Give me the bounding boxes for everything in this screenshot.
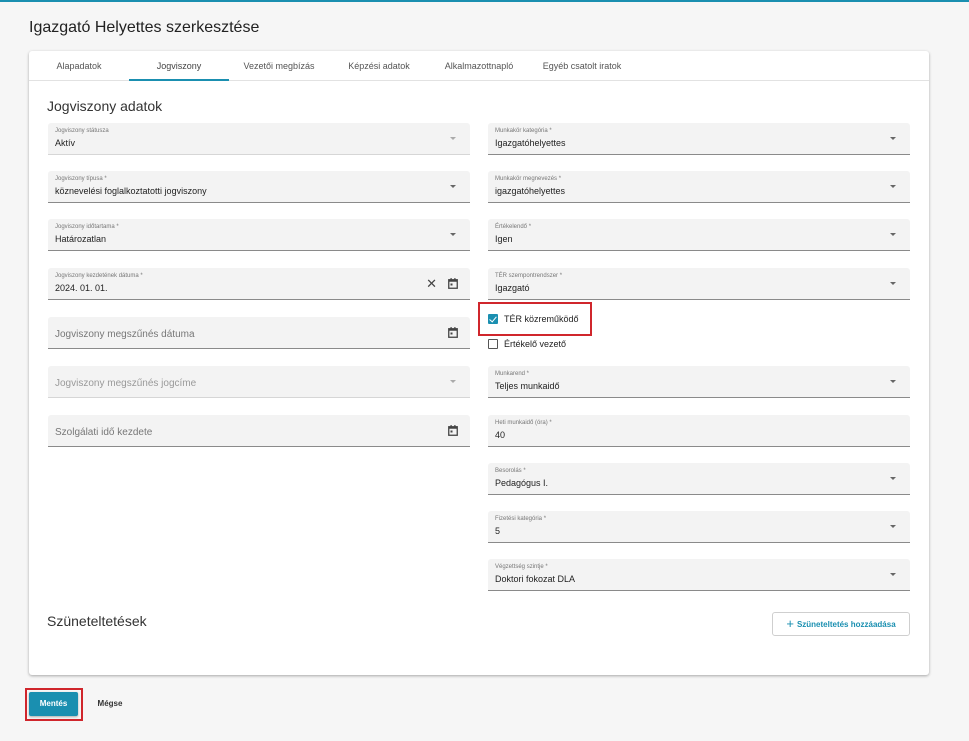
pay-category-select[interactable]: Fizetési kategória * 5 — [488, 511, 910, 543]
tab-vezetoi-megbizas[interactable]: Vezetői megbízás — [229, 51, 329, 81]
field-label: Munkakör kategória * — [495, 128, 552, 134]
field-value: Igen — [495, 234, 513, 244]
add-suspension-label: Szüneteltetés hozzáadása — [796, 619, 896, 629]
classification-select[interactable]: Besorolás * Pedagógus I. — [488, 463, 910, 495]
section-title: Jogviszony adatok — [47, 98, 163, 114]
field-label: Jogviszony státusza — [55, 128, 109, 134]
add-suspension-button[interactable]: + Szüneteltetés hozzáadása — [772, 612, 910, 636]
field-label: Besorolás * — [495, 468, 526, 474]
tab-egyeb-csatolt-iratok[interactable]: Egyéb csatolt iratok — [529, 51, 635, 81]
evaluating-manager-checkbox[interactable] — [488, 339, 498, 349]
tab-jogviszony[interactable]: Jogviszony — [129, 51, 229, 81]
field-label: Jogviszony kezdetének dátuma * — [55, 273, 143, 279]
field-value: Határozatlan — [55, 234, 107, 244]
clear-icon[interactable]: ✕ — [426, 277, 437, 290]
start-date-field[interactable]: Jogviszony kezdetének dátuma * 2024. 01.… — [48, 268, 470, 300]
chevron-down-icon[interactable] — [890, 282, 896, 285]
field-label: Heti munkaidő (óra) * — [495, 420, 552, 426]
field-value: Teljes munkaidő — [495, 381, 560, 391]
field-label: Értékelendő * — [495, 224, 532, 230]
field-value: 2024. 01. 01. — [55, 283, 108, 293]
tab-alkalmazottnaplo[interactable]: Alkalmazottnapló — [429, 51, 529, 81]
chevron-down-icon[interactable] — [890, 233, 896, 236]
highlight-box — [25, 688, 83, 721]
chevron-down-icon[interactable] — [450, 233, 456, 236]
field-value: 40 — [495, 430, 506, 440]
evaluated-select[interactable]: Értékelendő * Igen — [488, 219, 910, 251]
field-label: Munkarend * — [495, 371, 530, 377]
service-start-field[interactable]: Szolgálati idő kezdete — [48, 415, 470, 447]
chevron-down-icon[interactable] — [890, 137, 896, 140]
chevron-down-icon[interactable] — [890, 380, 896, 383]
plus-icon: + — [786, 616, 794, 631]
checkbox-label: Értékelő vezető — [504, 339, 567, 349]
page-title: Igazgató Helyettes szerkesztése — [29, 19, 260, 36]
status-select: Jogviszony státusza Aktív — [48, 123, 470, 155]
field-value: Aktív — [55, 138, 76, 148]
field-value: Igazgató — [495, 283, 530, 293]
tab-kepzesi-adatok[interactable]: Képzési adatok — [329, 51, 429, 81]
chevron-down-icon — [450, 380, 456, 383]
field-value: igazgatóhelyettes — [495, 186, 566, 196]
suspensions-title: Szüneteltetések — [47, 613, 147, 629]
evaluating-manager-checkbox-row[interactable]: Értékelő vezető — [488, 339, 628, 353]
chevron-down-icon[interactable] — [890, 185, 896, 188]
field-value: Pedagógus I. — [495, 478, 549, 488]
job-category-select[interactable]: Munkakör kategória * Igazgatóhelyettes — [488, 123, 910, 155]
field-label: Jogviszony típusa * — [55, 176, 107, 182]
chevron-down-icon[interactable] — [890, 573, 896, 576]
field-value: 5 — [495, 526, 501, 536]
field-label: Fizetési kategória * — [495, 516, 547, 522]
calendar-icon[interactable] — [448, 278, 458, 289]
end-date-field[interactable]: Jogviszony megszűnés dátuma — [48, 317, 470, 349]
field-label: Munkakör megnevezés * — [495, 176, 562, 182]
tab-alapadatok[interactable]: Alapadatok — [29, 51, 129, 81]
type-select[interactable]: Jogviszony típusa * köznevelési foglalko… — [48, 171, 470, 203]
field-value: köznevelési foglalkoztatotti jogviszony — [55, 186, 207, 196]
chevron-down-icon[interactable] — [450, 185, 456, 188]
edit-card: Alapadatok Jogviszony Vezetői megbízás K… — [29, 51, 929, 675]
weekly-hours-field[interactable]: Heti munkaidő (óra) * 40 — [488, 415, 910, 447]
field-placeholder: Jogviszony megszűnés dátuma — [55, 329, 195, 340]
calendar-icon[interactable] — [448, 425, 458, 436]
field-label: TÉR szempontrendszer * — [495, 273, 563, 279]
duration-select[interactable]: Jogviszony időtartama * Határozatlan — [48, 219, 470, 251]
chevron-down-icon[interactable] — [890, 477, 896, 480]
ter-system-select[interactable]: TÉR szempontrendszer * Igazgató — [488, 268, 910, 300]
field-placeholder: Jogviszony megszűnés jogcíme — [55, 378, 197, 389]
tab-bar: Alapadatok Jogviszony Vezetői megbízás K… — [29, 51, 929, 81]
field-label: Jogviszony időtartama * — [55, 224, 119, 230]
end-reason-select: Jogviszony megszűnés jogcíme — [48, 366, 470, 398]
field-value: Igazgatóhelyettes — [495, 138, 566, 148]
chevron-down-icon — [450, 137, 456, 140]
field-label: Végzettség szintje * — [495, 564, 548, 570]
chevron-down-icon[interactable] — [890, 525, 896, 528]
education-level-select[interactable]: Végzettség szintje * Doktori fokozat DLA — [488, 559, 910, 591]
field-value: Doktori fokozat DLA — [495, 574, 576, 584]
cancel-button[interactable]: Mégse — [88, 692, 132, 716]
work-schedule-select[interactable]: Munkarend * Teljes munkaidő — [488, 366, 910, 398]
highlight-box — [478, 302, 592, 336]
job-title-select[interactable]: Munkakör megnevezés * igazgatóhelyettes — [488, 171, 910, 203]
field-placeholder: Szolgálati idő kezdete — [55, 427, 153, 438]
calendar-icon[interactable] — [448, 327, 458, 338]
